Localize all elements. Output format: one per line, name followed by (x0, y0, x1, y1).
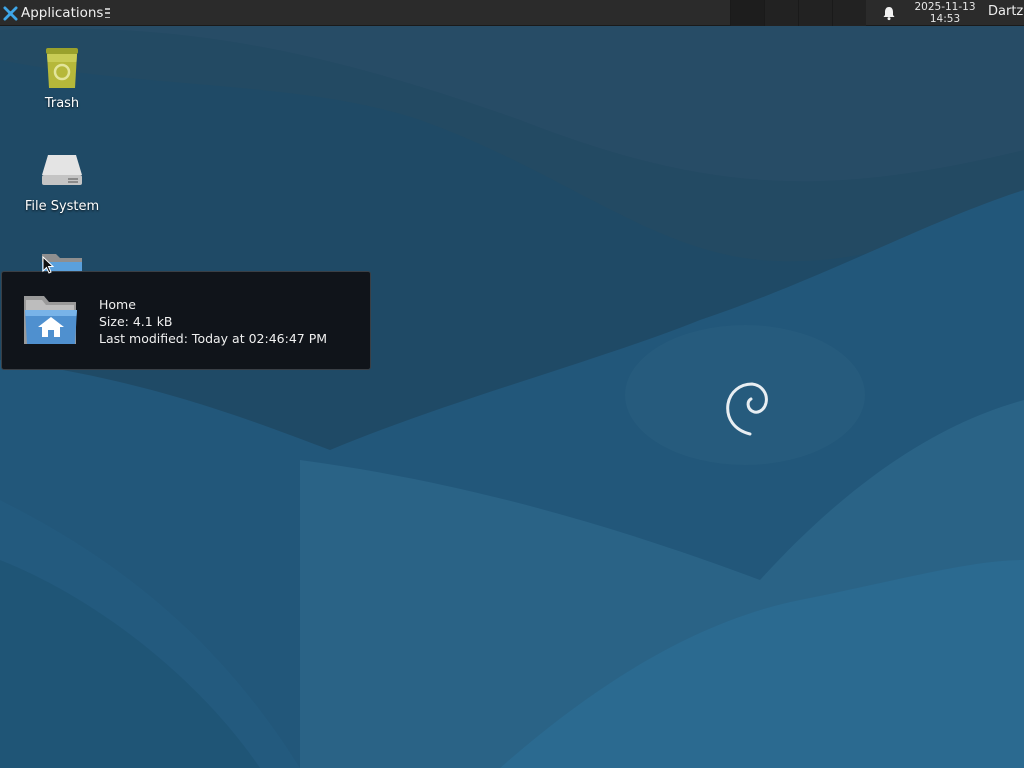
notification-bell-icon[interactable] (881, 5, 897, 21)
top-panel: Applications 2025-11-13 14:53 Dartz (0, 0, 1024, 26)
user-menu[interactable]: Dartz (988, 4, 1023, 19)
tooltip-modified: Last modified: Today at 02:46:47 PM (99, 331, 328, 346)
workspace-4[interactable] (832, 0, 866, 26)
mouse-cursor-icon (42, 256, 54, 274)
desktop-icon-label: File System (24, 199, 100, 214)
home-folder-icon (24, 296, 77, 344)
desktop-icon-trash[interactable]: Trash (12, 44, 112, 111)
home-tooltip: Home Size: 4.1 kB Last modified: Today a… (1, 271, 371, 370)
applications-label: Applications (21, 5, 104, 21)
clock-time: 14:53 (929, 13, 961, 25)
tooltip-size: Size: 4.1 kB (99, 314, 173, 329)
applications-menu-button[interactable]: Applications (0, 0, 112, 26)
desktop-wallpaper (0, 0, 1024, 768)
workspace-1[interactable] (730, 0, 764, 26)
desktop-icon-file-system[interactable]: File System (12, 147, 112, 214)
workspace-2[interactable] (764, 0, 798, 26)
workspace-switcher (730, 0, 866, 26)
clock[interactable]: 2025-11-13 14:53 (906, 1, 984, 25)
tooltip-text: Home Size: 4.1 kB Last modified: Today a… (99, 296, 327, 347)
clock-date: 2025-11-13 (914, 1, 976, 13)
drive-icon (42, 155, 82, 185)
tooltip-name: Home (99, 297, 136, 312)
debian-swirl-logo (726, 382, 768, 436)
workspace-3[interactable] (798, 0, 832, 26)
trash-icon (46, 48, 78, 88)
xfce-logo-icon (3, 5, 18, 21)
desktop-icon-label: Trash (44, 96, 80, 111)
grip-icon (105, 8, 111, 18)
